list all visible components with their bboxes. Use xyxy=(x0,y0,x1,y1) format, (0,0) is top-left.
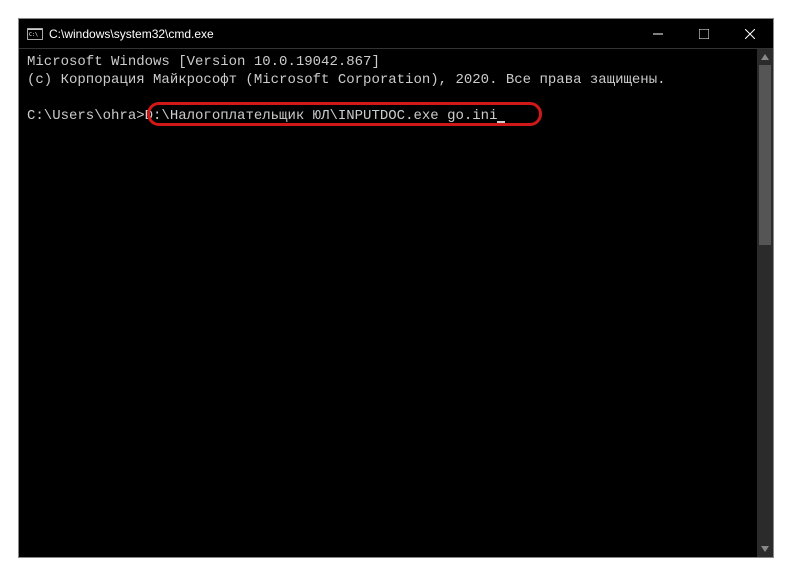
maximize-button[interactable] xyxy=(681,19,727,49)
window-title: C:\windows\system32\cmd.exe xyxy=(49,27,635,41)
scroll-up-button[interactable] xyxy=(757,49,773,65)
svg-text:C:\: C:\ xyxy=(29,32,38,38)
scroll-down-button[interactable] xyxy=(757,541,773,557)
version-line: Microsoft Windows [Version 10.0.19042.86… xyxy=(27,53,765,71)
prompt-separator: > xyxy=(136,108,144,124)
close-button[interactable] xyxy=(727,19,773,49)
prompt-path: C:\Users\ohra xyxy=(27,108,136,124)
vertical-scrollbar[interactable] xyxy=(757,49,773,557)
cursor xyxy=(497,121,505,124)
prompt-line: C:\Users\ohra>D:\Налогоплательщик ЮЛ\INP… xyxy=(27,107,765,125)
titlebar[interactable]: C:\ C:\windows\system32\cmd.exe xyxy=(19,19,773,49)
cmd-icon: C:\ xyxy=(27,26,43,42)
scrollbar-thumb[interactable] xyxy=(759,65,771,245)
command-input[interactable]: D:\Налогоплательщик ЮЛ\INPUTDOC.exe go.i… xyxy=(145,108,498,124)
terminal-output[interactable]: Microsoft Windows [Version 10.0.19042.86… xyxy=(19,49,773,557)
window-controls xyxy=(635,19,773,48)
copyright-line: (c) Корпорация Майкрософт (Microsoft Cor… xyxy=(27,71,765,89)
cmd-window: C:\ C:\windows\system32\cmd.exe Microsof… xyxy=(19,19,773,557)
minimize-button[interactable] xyxy=(635,19,681,49)
